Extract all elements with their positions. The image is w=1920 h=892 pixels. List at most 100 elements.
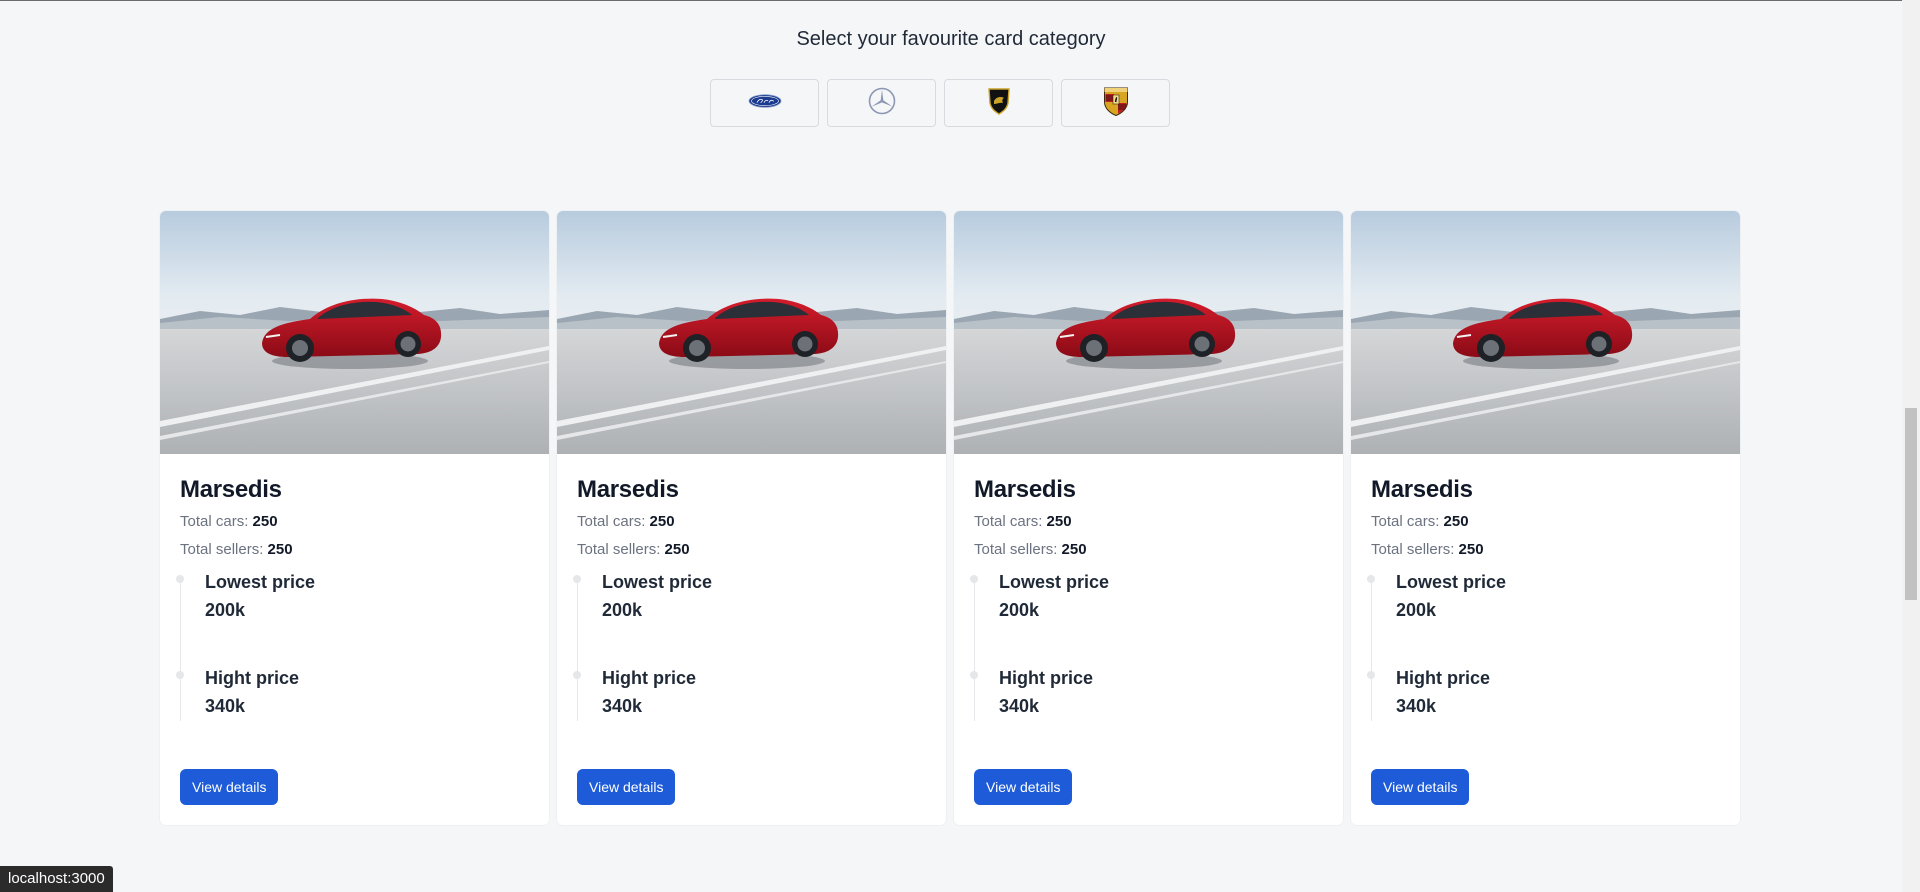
total-sellers: Total sellers: 250 (180, 541, 529, 559)
category-card: Marsedis Total cars: 250 Total sellers: … (557, 211, 946, 825)
ford-icon (748, 93, 782, 113)
total-cars: Total cars: 250 (180, 513, 529, 531)
total-cars: Total cars: 250 (974, 513, 1323, 531)
lowest-price: Lowest price 200k (205, 571, 315, 621)
timeline-line (180, 577, 181, 721)
car-image (1351, 211, 1740, 454)
lowest-price-label: Lowest price (602, 572, 713, 592)
timeline-line (577, 577, 578, 721)
total-cars: Total cars: 250 (577, 513, 926, 531)
card-body: Marsedis Total cars: 250 Total sellers: … (176, 476, 529, 721)
car-image (160, 211, 549, 454)
lowest-price-label: Lowest price (205, 572, 316, 592)
timeline-line (974, 577, 975, 721)
lowest-price: Lowest price 200k (602, 571, 712, 621)
price-timeline: Lowest price 200k Hight price 340k (176, 571, 529, 721)
section-heading: Select your favourite card category (796, 28, 1106, 50)
porsche-icon (1103, 85, 1129, 122)
timeline-dot (970, 671, 978, 679)
highest-price-value: 340k (602, 696, 643, 716)
highest-price-value: 340k (1396, 696, 1437, 716)
highest-price-value: 340k (999, 696, 1040, 716)
view-details-button[interactable]: View details (180, 769, 279, 805)
scrollbar-thumb[interactable] (1905, 408, 1917, 600)
total-sellers-label: Total sellers: (577, 541, 661, 558)
lowest-price-value: 200k (999, 600, 1040, 620)
price-timeline: Lowest price 200k Hight price 340k (970, 571, 1323, 721)
total-sellers-value: 250 (1061, 541, 1087, 558)
total-cars-value: 250 (649, 513, 675, 530)
highest-price-label: Hight price (602, 668, 697, 688)
category-card: Marsedis Total cars: 250 Total sellers: … (160, 211, 549, 825)
timeline-dot (1367, 671, 1375, 679)
card-body: Marsedis Total cars: 250 Total sellers: … (573, 476, 926, 721)
timeline-dot (176, 671, 184, 679)
lowest-price-value: 200k (602, 600, 643, 620)
brand-button-porsche[interactable] (1061, 79, 1170, 127)
category-card: Marsedis Total cars: 250 Total sellers: … (1351, 211, 1740, 825)
card-title: Marsedis (1371, 476, 1473, 503)
lowest-price: Lowest price 200k (999, 571, 1109, 621)
price-timeline: Lowest price 200k Hight price 340k (1367, 571, 1720, 721)
highest-price: Hight price 340k (999, 667, 1093, 717)
total-sellers: Total sellers: 250 (577, 541, 926, 559)
total-cars-value: 250 (1443, 513, 1469, 530)
timeline-line (1371, 577, 1372, 721)
total-cars-label: Total cars: (577, 513, 646, 530)
view-details-button[interactable]: View details (577, 769, 676, 805)
category-card: Marsedis Total cars: 250 Total sellers: … (954, 211, 1343, 825)
total-sellers-label: Total sellers: (180, 541, 264, 558)
lamborghini-icon (987, 87, 1011, 120)
top-divider (0, 0, 1902, 1)
highest-price: Hight price 340k (602, 667, 696, 717)
total-cars-label: Total cars: (1371, 513, 1440, 530)
timeline-dot (970, 575, 978, 583)
mercedes-icon (868, 87, 896, 120)
brand-selector (710, 79, 1170, 127)
total-sellers: Total sellers: 250 (974, 541, 1323, 559)
total-sellers-value: 250 (267, 541, 293, 558)
card-body: Marsedis Total cars: 250 Total sellers: … (970, 476, 1323, 721)
timeline-dot (176, 575, 184, 583)
lowest-price-value: 200k (1396, 600, 1437, 620)
price-timeline: Lowest price 200k Hight price 340k (573, 571, 926, 721)
view-details-button[interactable]: View details (974, 769, 1073, 805)
link-status-bar: localhost:3000 (0, 866, 113, 892)
total-cars: Total cars: 250 (1371, 513, 1720, 531)
highest-price-label: Hight price (999, 668, 1094, 688)
total-sellers-label: Total sellers: (974, 541, 1058, 558)
highest-price-label: Hight price (205, 668, 300, 688)
lowest-price-label: Lowest price (1396, 572, 1507, 592)
brand-button-ford[interactable] (710, 79, 819, 127)
highest-price-value: 340k (205, 696, 246, 716)
brand-button-mercedes[interactable] (827, 79, 936, 127)
lowest-price-value: 200k (205, 600, 246, 620)
highest-price-label: Hight price (1396, 668, 1491, 688)
card-title: Marsedis (974, 476, 1076, 503)
card-title: Marsedis (180, 476, 282, 503)
card-title: Marsedis (577, 476, 679, 503)
timeline-dot (573, 671, 581, 679)
lowest-price: Lowest price 200k (1396, 571, 1506, 621)
card-body: Marsedis Total cars: 250 Total sellers: … (1367, 476, 1720, 721)
total-cars-value: 250 (252, 513, 278, 530)
page: Select your favourite card category Mars… (0, 0, 1902, 892)
total-sellers-value: 250 (1458, 541, 1484, 558)
brand-button-lamborghini[interactable] (944, 79, 1053, 127)
view-details-button[interactable]: View details (1371, 769, 1470, 805)
car-image (954, 211, 1343, 454)
highest-price: Hight price 340k (205, 667, 299, 717)
total-cars-value: 250 (1046, 513, 1072, 530)
total-sellers-value: 250 (664, 541, 690, 558)
timeline-dot (1367, 575, 1375, 583)
total-sellers: Total sellers: 250 (1371, 541, 1720, 559)
total-cars-label: Total cars: (180, 513, 249, 530)
total-cars-label: Total cars: (974, 513, 1043, 530)
vertical-scrollbar[interactable] (1902, 0, 1920, 892)
lowest-price-label: Lowest price (999, 572, 1110, 592)
car-image (557, 211, 946, 454)
total-sellers-label: Total sellers: (1371, 541, 1455, 558)
card-list: Marsedis Total cars: 250 Total sellers: … (160, 211, 1740, 825)
timeline-dot (573, 575, 581, 583)
highest-price: Hight price 340k (1396, 667, 1490, 717)
